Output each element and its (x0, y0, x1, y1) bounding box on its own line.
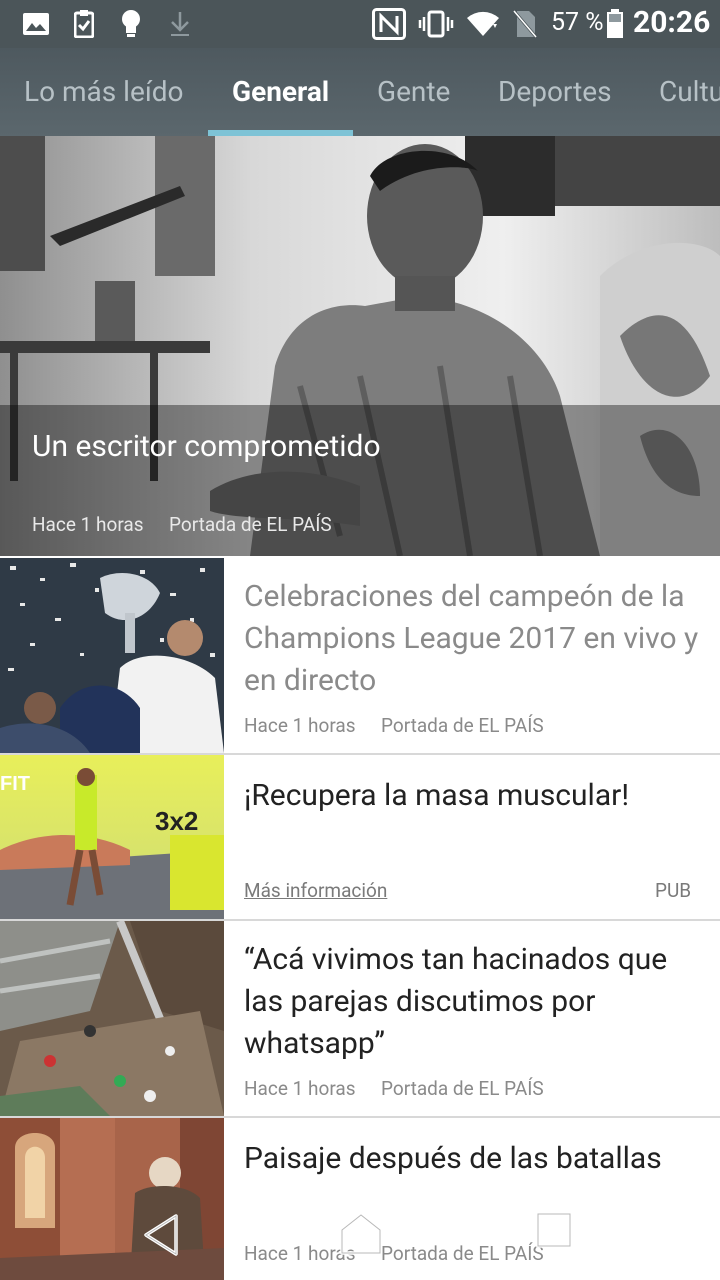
article-title[interactable]: “Acá vivimos tan hacinados que las parej… (244, 939, 704, 1065)
download-icon (168, 9, 192, 39)
featured-article-time: Hace 1 horas (32, 513, 144, 536)
wifi-icon (466, 9, 500, 39)
article-row[interactable]: Celebraciones del campeón de la Champion… (0, 558, 720, 753)
vibrate-icon (418, 9, 454, 39)
more-info-link[interactable]: Más información (244, 879, 387, 902)
nfc-icon (372, 8, 406, 40)
tab-lo-mas-leido[interactable]: Lo más leído (24, 75, 184, 108)
featured-article-title[interactable]: Un escritor comprometido (32, 429, 381, 464)
ad-promo-text: 3x2 (155, 806, 198, 836)
battery-percent: 57 % (551, 8, 604, 37)
sponsored-thumbnail: 3x2 FIT (0, 755, 224, 919)
battery-icon (606, 9, 624, 39)
image-icon (22, 9, 50, 39)
tab-cultura[interactable]: Cultura (659, 75, 720, 108)
recents-icon[interactable] (536, 1212, 572, 1252)
article-source: Portada de EL PAÍS (381, 714, 544, 737)
no-sim-icon (512, 9, 538, 39)
ad-brand-text: FIT (0, 773, 30, 795)
article-row[interactable]: “Acá vivimos tan hacinados que las parej… (0, 921, 720, 1116)
clipboard-check-icon (74, 9, 94, 39)
featured-article[interactable]: Un escritor comprometido Hace 1 horas Po… (0, 136, 720, 556)
system-navigation-bar (0, 1190, 720, 1280)
sponsored-badge: PUB (655, 879, 692, 902)
sponsored-title[interactable]: ¡Recupera la masa muscular! (244, 775, 704, 817)
clock: 20:26 (633, 5, 711, 40)
article-source: Portada de EL PAÍS (381, 1077, 544, 1100)
lightbulb-icon (120, 9, 142, 39)
sponsored-row[interactable]: 3x2 FIT ¡Recupera la masa muscular! Más … (0, 755, 720, 919)
home-icon[interactable] (339, 1212, 383, 1260)
status-bar: 57 % 20:26 (0, 0, 720, 48)
tab-general[interactable]: General (232, 75, 329, 108)
article-thumbnail (0, 558, 224, 753)
article-time: Hace 1 horas (244, 1077, 356, 1100)
article-title[interactable]: Celebraciones del campeón de la Champion… (244, 576, 704, 702)
section-tab-bar: Lo más leído General Gente Deportes Cult… (0, 48, 720, 136)
article-title[interactable]: Paisaje después de las batallas (244, 1138, 704, 1180)
back-icon[interactable] (140, 1212, 182, 1262)
tab-deportes[interactable]: Deportes (498, 75, 612, 108)
featured-article-source: Portada de EL PAÍS (169, 513, 332, 536)
article-thumbnail (0, 921, 224, 1116)
article-time: Hace 1 horas (244, 714, 356, 737)
tab-gente[interactable]: Gente (377, 75, 450, 108)
